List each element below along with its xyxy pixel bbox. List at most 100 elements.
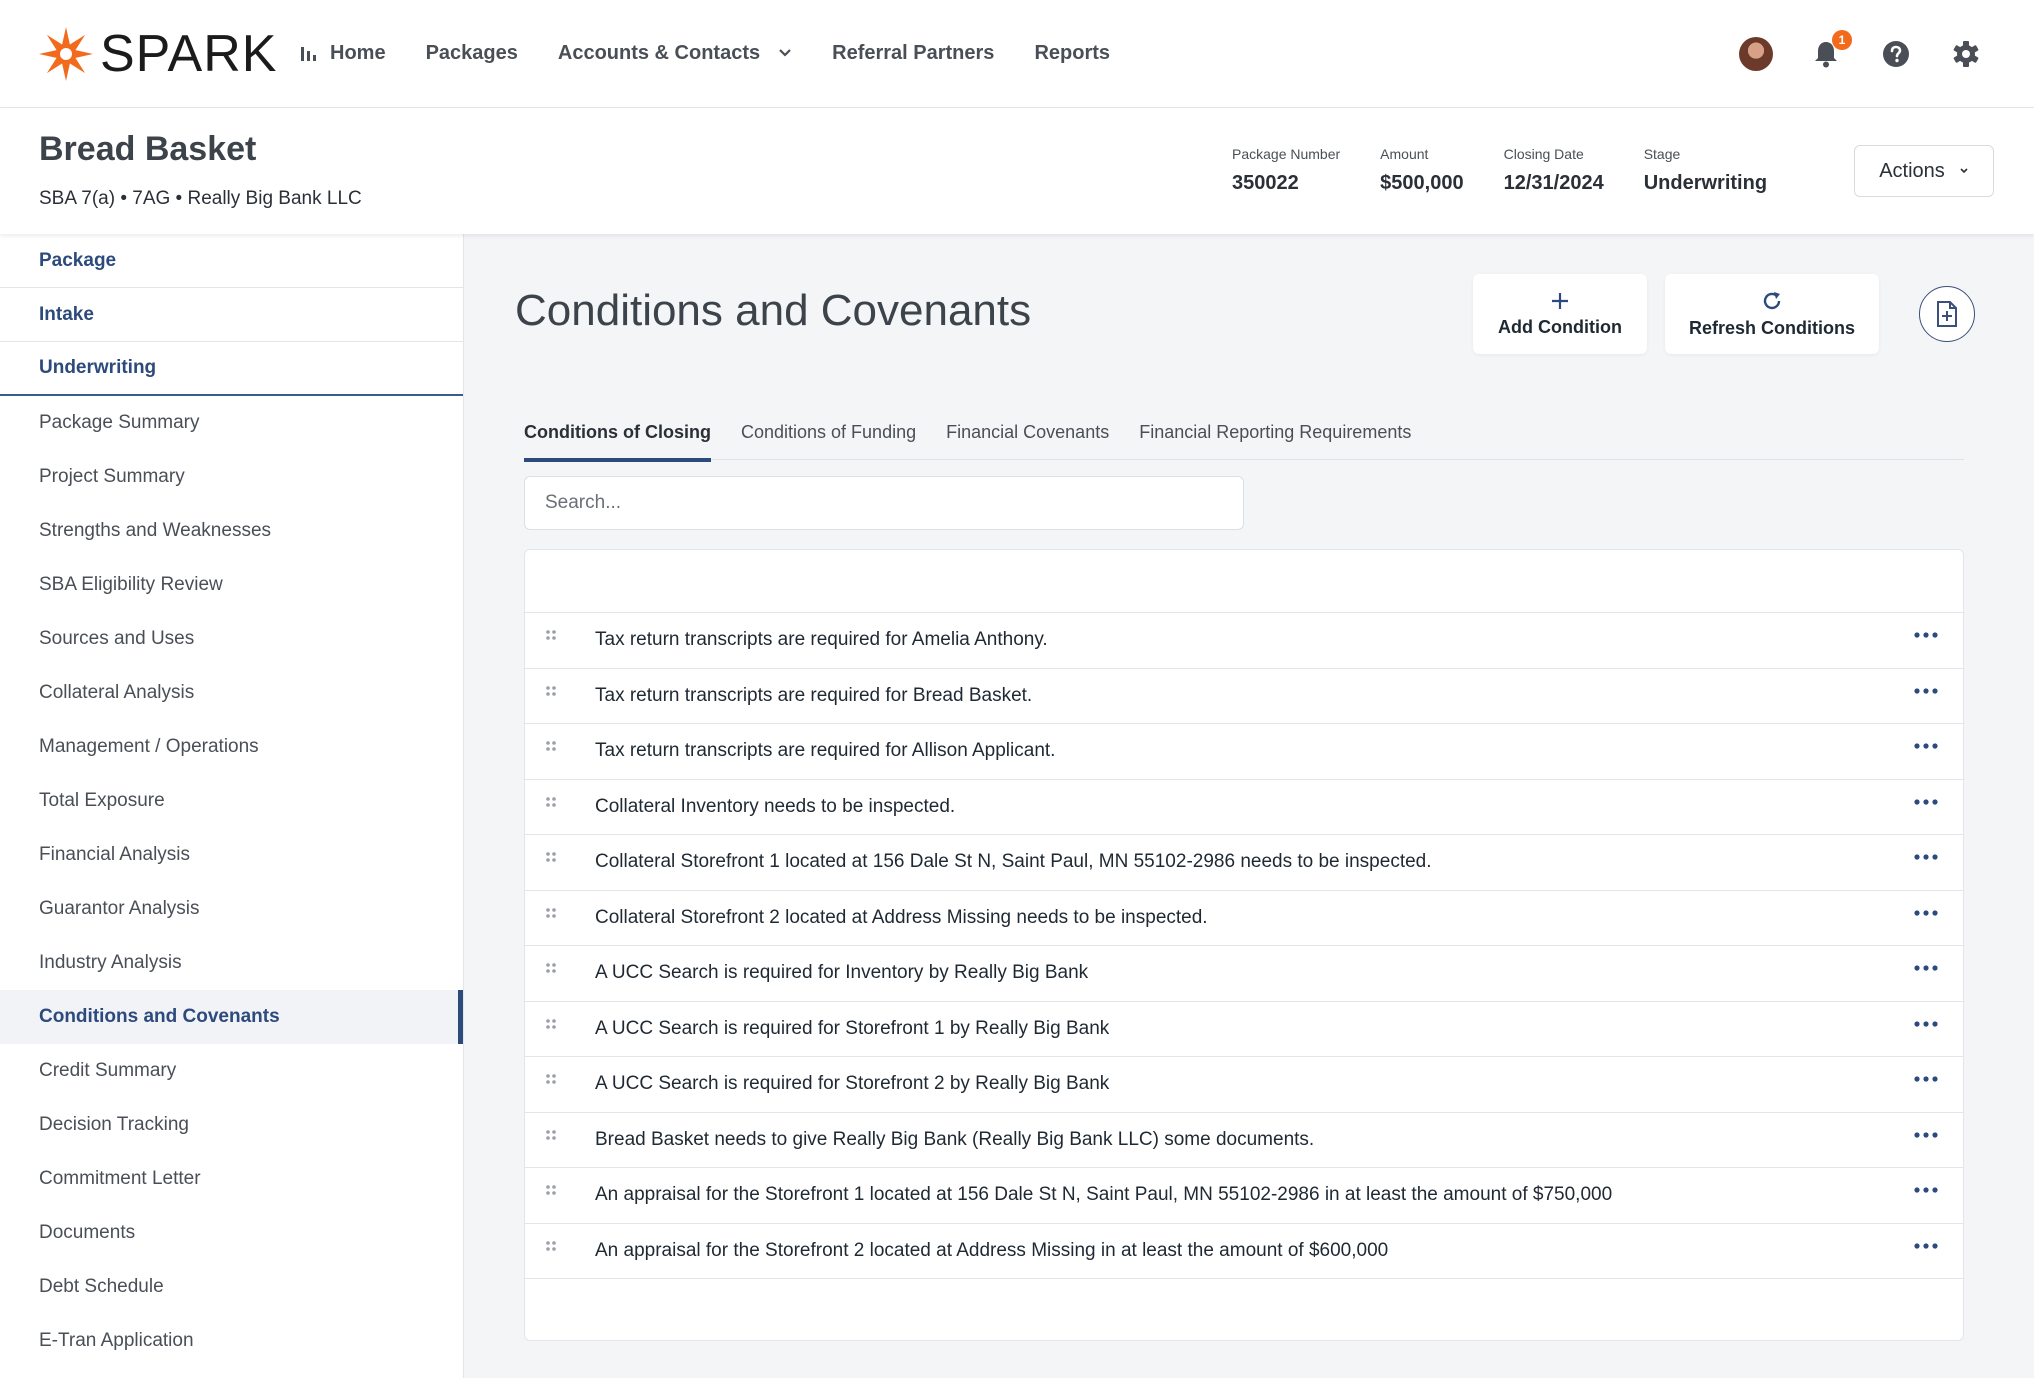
sidebar-item-collateral-analysis[interactable]: Collateral Analysis — [0, 666, 463, 720]
sidebar-item-etran-application[interactable]: E-Tran Application — [0, 1314, 463, 1368]
help-icon — [1883, 41, 1909, 67]
tab-financial-reporting-requirements[interactable]: Financial Reporting Requirements — [1139, 404, 1411, 460]
sidebar-item-decision-tracking[interactable]: Decision Tracking — [0, 1098, 463, 1152]
more-options-icon[interactable] — [1909, 845, 1943, 869]
export-document-button[interactable] — [1919, 286, 1975, 342]
user-avatar-button[interactable] — [1736, 34, 1776, 74]
condition-text: Tax return transcripts are required for … — [595, 629, 1048, 651]
more-options-icon[interactable] — [1909, 734, 1943, 758]
conditions-rows: Tax return transcripts are required for … — [525, 613, 1963, 1279]
notifications-button[interactable]: 1 — [1806, 30, 1852, 74]
nav-accounts-contacts[interactable]: Accounts & Contacts — [558, 42, 792, 65]
condition-text: Collateral Storefront 1 located at 156 D… — [595, 851, 1432, 873]
more-options-icon[interactable] — [1909, 1123, 1943, 1147]
sidebar-item-industry-analysis[interactable]: Industry Analysis — [0, 936, 463, 990]
field-value: 12/31/2024 — [1503, 172, 1604, 194]
table-row: Collateral Storefront 1 located at 156 D… — [525, 835, 1963, 891]
drag-handle-icon[interactable] — [545, 1018, 557, 1032]
help-button[interactable] — [1876, 34, 1916, 74]
nav-reports[interactable]: Reports — [1034, 42, 1110, 65]
table-row: Bread Basket needs to give Really Big Ba… — [525, 1113, 1963, 1168]
package-subtitle: SBA 7(a) • 7AG • Really Big Bank LLC — [39, 188, 362, 209]
closing-date-field: Closing Date 12/31/2024 — [1504, 146, 1604, 195]
add-condition-label: Add Condition — [1498, 316, 1622, 337]
sidebar-item-commitment-letter[interactable]: Commitment Letter — [0, 1152, 463, 1206]
package-number-field: Package Number 350022 — [1232, 146, 1340, 195]
drag-handle-icon[interactable] — [545, 796, 557, 810]
field-label: Stage — [1643, 146, 1681, 162]
settings-button[interactable] — [1946, 34, 1986, 74]
package-fields: Package Number 350022 Amount $500,000 Cl… — [1232, 146, 1807, 195]
table-row: An appraisal for the Storefront 1 locate… — [525, 1168, 1963, 1224]
condition-text: Tax return transcripts are required for … — [595, 740, 1056, 762]
sidebar-item-management-operations[interactable]: Management / Operations — [0, 720, 463, 774]
more-options-icon[interactable] — [1909, 1067, 1943, 1091]
sidebar-item-documents[interactable]: Documents — [0, 1206, 463, 1260]
table-row: A UCC Search is required for Storefront … — [525, 1002, 1963, 1057]
sidebar-item-total-exposure[interactable]: Total Exposure — [0, 774, 463, 828]
drag-handle-icon[interactable] — [545, 851, 557, 865]
field-label: Package Number — [1232, 146, 1341, 162]
tab-conditions-of-closing[interactable]: Conditions of Closing — [524, 404, 711, 462]
more-options-icon[interactable] — [1909, 1178, 1943, 1202]
conditions-list: Tax return transcripts are required for … — [524, 549, 1964, 1341]
sidebar-section-underwriting[interactable]: Underwriting — [0, 342, 463, 396]
package-header: Bread Basket SBA 7(a) • 7AG • Really Big… — [0, 108, 2034, 234]
nav-packages[interactable]: Packages — [426, 42, 518, 65]
drag-handle-icon[interactable] — [545, 740, 557, 754]
refresh-conditions-button[interactable]: Refresh Conditions — [1665, 274, 1879, 354]
sidebar-item-debt-schedule[interactable]: Debt Schedule — [0, 1260, 463, 1314]
field-value: Underwriting — [1643, 172, 1768, 194]
sidebar-section-package[interactable]: Package — [0, 234, 463, 288]
sidebar-item-sources-uses[interactable]: Sources and Uses — [0, 612, 463, 666]
more-options-icon[interactable] — [1909, 901, 1943, 925]
bar-chart-icon — [300, 44, 318, 62]
condition-text: A UCC Search is required for Storefront … — [595, 1017, 1110, 1039]
sidebar-section-intake[interactable]: Intake — [0, 288, 463, 342]
more-options-icon[interactable] — [1909, 623, 1943, 647]
table-row: An appraisal for the Storefront 2 locate… — [525, 1224, 1963, 1279]
avatar — [1739, 37, 1773, 71]
table-row: A UCC Search is required for Storefront … — [525, 1057, 1963, 1113]
sidebar-item-guarantor-analysis[interactable]: Guarantor Analysis — [0, 882, 463, 936]
actions-dropdown[interactable]: Actions — [1854, 145, 1994, 197]
sidebar-item-project-summary[interactable]: Project Summary — [0, 450, 463, 504]
table-row: Tax return transcripts are required for … — [525, 724, 1963, 780]
drag-handle-icon[interactable] — [545, 685, 557, 699]
more-options-icon[interactable] — [1909, 1012, 1943, 1036]
drag-handle-icon[interactable] — [545, 907, 557, 921]
sidebar-item-conditions-covenants[interactable]: Conditions and Covenants — [0, 990, 463, 1044]
condition-text: A UCC Search is required for Storefront … — [595, 1073, 1110, 1095]
drag-handle-icon[interactable] — [545, 1240, 557, 1254]
table-row: Collateral Inventory needs to be inspect… — [525, 780, 1963, 835]
drag-handle-icon[interactable] — [545, 1073, 557, 1087]
tab-financial-covenants[interactable]: Financial Covenants — [946, 404, 1109, 460]
page-title: Conditions and Covenants — [515, 286, 1032, 335]
condition-text: Tax return transcripts are required for … — [595, 684, 1033, 706]
drag-handle-icon[interactable] — [545, 1129, 557, 1143]
field-label: Amount — [1380, 146, 1429, 162]
more-options-icon[interactable] — [1909, 1234, 1943, 1258]
more-options-icon[interactable] — [1909, 679, 1943, 703]
tab-conditions-of-funding[interactable]: Conditions of Funding — [741, 404, 916, 460]
more-options-icon[interactable] — [1909, 956, 1943, 980]
conditions-tabs: Conditions of Closing Conditions of Fund… — [524, 404, 1964, 462]
drag-handle-icon[interactable] — [545, 629, 557, 643]
sidebar: Package Intake Underwriting Package Summ… — [0, 234, 464, 1378]
sidebar-item-financial-analysis[interactable]: Financial Analysis — [0, 828, 463, 882]
table-row: A UCC Search is required for Inventory b… — [525, 946, 1963, 1002]
drag-handle-icon[interactable] — [545, 1184, 557, 1198]
sidebar-item-sba-eligibility[interactable]: SBA Eligibility Review — [0, 558, 463, 612]
spark-logo[interactable]: SPARK — [38, 24, 277, 84]
sidebar-item-package-summary[interactable]: Package Summary — [0, 396, 463, 450]
search-input[interactable] — [524, 476, 1244, 530]
more-options-icon[interactable] — [1909, 790, 1943, 814]
sidebar-item-credit-summary[interactable]: Credit Summary — [0, 1044, 463, 1098]
refresh-icon — [1761, 290, 1783, 312]
add-condition-button[interactable]: Add Condition — [1473, 274, 1647, 354]
nav-home[interactable]: Home — [300, 42, 386, 65]
sidebar-item-strengths-weaknesses[interactable]: Strengths and Weaknesses — [0, 504, 463, 558]
field-value: 350022 — [1232, 172, 1299, 194]
nav-referral-partners[interactable]: Referral Partners — [832, 42, 994, 65]
drag-handle-icon[interactable] — [545, 962, 557, 976]
